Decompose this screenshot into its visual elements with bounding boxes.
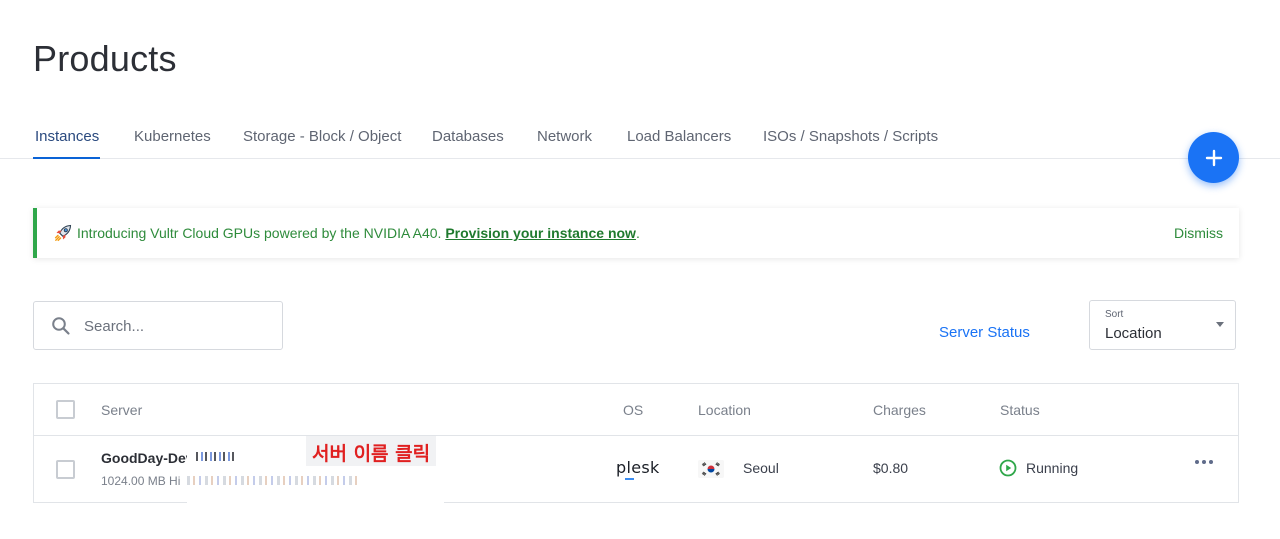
banner-message: Introducing Vultr Cloud GPUs powered by … bbox=[77, 225, 640, 241]
plus-icon bbox=[1205, 149, 1222, 166]
sort-label: Sort bbox=[1105, 309, 1124, 320]
provision-instance-link[interactable]: Provision your instance now bbox=[445, 225, 636, 241]
redacted-specs-pixels bbox=[187, 476, 357, 485]
table-row[interactable]: GoodDay-Dev 1024.00 MB Hi 서버 이름 클릭 plesk… bbox=[34, 436, 1238, 503]
sort-select[interactable]: Sort Location bbox=[1089, 300, 1236, 350]
column-header-server[interactable]: Server bbox=[101, 402, 142, 418]
instances-table: Server OS Location Charges Status GoodDa… bbox=[33, 383, 1239, 503]
redacted-name-pixels bbox=[196, 452, 234, 461]
charges-value: $0.80 bbox=[873, 460, 909, 476]
column-header-location[interactable]: Location bbox=[698, 402, 751, 418]
tab-network[interactable]: Network bbox=[537, 128, 592, 145]
rocket-icon bbox=[54, 224, 72, 242]
banner-suffix: . bbox=[635, 225, 640, 241]
search-input[interactable] bbox=[84, 316, 269, 336]
instruction-annotation: 서버 이름 클릭 bbox=[306, 436, 437, 466]
south-korea-flag-icon bbox=[698, 460, 724, 478]
column-header-charges[interactable]: Charges bbox=[873, 402, 926, 418]
table-header: Server OS Location Charges Status bbox=[34, 384, 1238, 436]
product-tabs: Instances Kubernetes Storage - Block / O… bbox=[0, 112, 1280, 159]
server-name-link[interactable]: GoodDay-Dev bbox=[101, 450, 194, 466]
chevron-down-icon bbox=[1216, 322, 1224, 327]
announcement-banner: Introducing Vultr Cloud GPUs powered by … bbox=[33, 208, 1239, 258]
dismiss-banner-button[interactable]: Dismiss bbox=[1174, 225, 1223, 241]
banner-text: Introducing Vultr Cloud GPUs powered by … bbox=[77, 225, 442, 241]
tab-instances[interactable]: Instances bbox=[35, 128, 99, 145]
select-all-checkbox[interactable] bbox=[56, 400, 75, 419]
plesk-logo-accent bbox=[625, 478, 634, 480]
server-specs: 1024.00 MB Hi bbox=[101, 474, 181, 488]
page-title: Products bbox=[33, 38, 177, 79]
tab-databases[interactable]: Databases bbox=[432, 128, 504, 145]
sort-value: Location bbox=[1105, 325, 1162, 342]
server-status-filter[interactable]: Server Status bbox=[939, 324, 1030, 341]
add-product-button[interactable] bbox=[1188, 132, 1239, 183]
tab-isos-snapshots-scripts[interactable]: ISOs / Snapshots / Scripts bbox=[763, 128, 938, 145]
search-icon bbox=[52, 317, 70, 335]
os-logo: plesk bbox=[616, 458, 660, 477]
status-text: Running bbox=[1026, 460, 1079, 476]
search-box bbox=[33, 301, 283, 350]
more-options-icon[interactable] bbox=[1192, 450, 1216, 474]
tab-load-balancers[interactable]: Load Balancers bbox=[627, 128, 731, 145]
row-checkbox[interactable] bbox=[56, 460, 75, 479]
location-text: Seoul bbox=[743, 460, 779, 476]
column-header-os[interactable]: OS bbox=[623, 402, 643, 418]
column-header-status[interactable]: Status bbox=[1000, 402, 1040, 418]
active-tab-indicator bbox=[33, 157, 100, 159]
tab-kubernetes[interactable]: Kubernetes bbox=[134, 128, 211, 145]
running-status-icon bbox=[999, 459, 1017, 477]
tab-storage[interactable]: Storage - Block / Object bbox=[243, 128, 401, 145]
